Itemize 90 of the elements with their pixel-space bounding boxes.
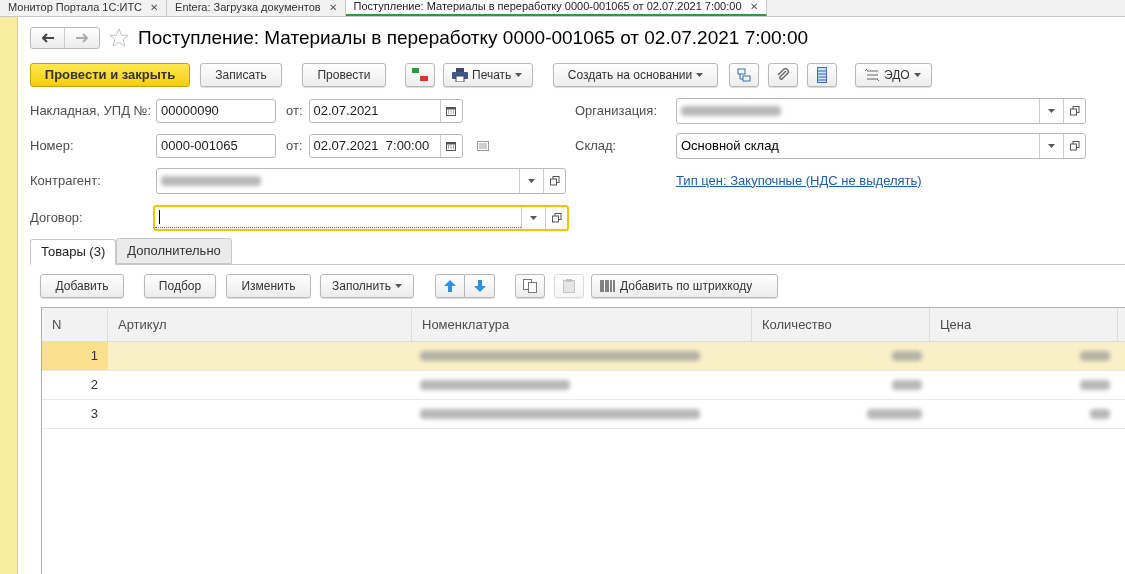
caret-icon <box>394 284 402 288</box>
field-label: Склад: <box>575 136 618 155</box>
column-header[interactable]: Количество <box>752 308 930 341</box>
caret-icon <box>528 178 535 183</box>
close-button[interactable]: ✕ <box>749 0 758 13</box>
close-button[interactable]: ✕ <box>328 1 337 14</box>
write-button[interactable]: Записать <box>200 63 282 87</box>
copy-button[interactable] <box>515 274 545 298</box>
up-arrow-icon <box>444 280 456 292</box>
row-number-cell-text: 3 <box>89 405 99 424</box>
pick-button[interactable]: Подбор <box>144 274 216 298</box>
input-field[interactable]: 00000090 <box>156 98 276 123</box>
document-title: Поступление: Материалы в переработку 0000-001065 от 02.07.2021 7:00:00 <box>138 25 809 50</box>
row-number-cell-text: 2 <box>89 376 99 395</box>
open-icon <box>551 213 562 223</box>
attachment-button[interactable] <box>768 63 798 87</box>
post-button[interactable]: Провести <box>302 63 386 87</box>
print-button[interactable]: Печать <box>443 63 533 87</box>
redacted-text <box>867 409 922 419</box>
select-field[interactable]: Основной склад <box>676 132 1086 159</box>
select-field[interactable] <box>676 97 1086 124</box>
field-label: Номер: <box>30 136 75 155</box>
copy-icon <box>523 279 537 293</box>
field-label: от: <box>286 136 303 155</box>
clipboard-icon <box>563 279 575 293</box>
caret-icon <box>913 73 921 77</box>
tab-label: Монитор Портала 1С:ИТС <box>8 1 143 14</box>
price-type-link[interactable]: Тип цен: Закупочные (НДС не выделять) <box>676 170 922 191</box>
add-button[interactable]: Добавить <box>40 274 124 298</box>
field-label: от: <box>286 101 303 120</box>
create-based-on-button[interactable]: Создать на основании <box>553 63 718 87</box>
debit-credit-icon <box>411 67 429 83</box>
date-field[interactable]: 02.07.2021 7:00:00 <box>308 133 463 158</box>
redacted-text <box>892 380 922 390</box>
caret-icon <box>530 216 537 220</box>
add-by-barcode-button[interactable]: Добавить по штрихкоду <box>591 274 778 298</box>
focused-select-field[interactable] <box>153 205 569 231</box>
calendar-icon <box>446 105 456 116</box>
printer-icon <box>452 68 468 82</box>
table-row[interactable]: 1 <box>42 342 1125 371</box>
input-field[interactable]: 0000-001065 <box>156 133 276 158</box>
field-label: Накладная, УПД №: <box>30 101 153 120</box>
paperclip-icon <box>776 68 790 82</box>
list-icon <box>817 67 827 83</box>
close-button[interactable]: ✕ <box>150 1 159 14</box>
column-header[interactable]: N <box>42 308 108 341</box>
tab-label: Поступление: Материалы в переработку 0000-001065 от 02.07.2021 7:00:00 <box>353 0 742 13</box>
field-label: Контрагент: <box>30 171 102 190</box>
column-header[interactable]: Номенклатура <box>412 308 752 341</box>
caret-icon <box>696 73 704 77</box>
window-tab[interactable]: Поступление: Материалы в переработку 0000-001065 от 02.07.2021 7:00:00 ✕ <box>345 0 767 16</box>
edo-button[interactable]: ЭДО <box>855 63 932 87</box>
tab-label: Entera: Загрузка документов <box>175 1 321 14</box>
debit-credit-button[interactable] <box>405 63 435 87</box>
move-down-button[interactable] <box>465 274 495 298</box>
move-up-button[interactable] <box>435 274 465 298</box>
barcode-icon <box>600 279 616 293</box>
calendar-icon <box>446 140 456 151</box>
exchange-icon <box>864 69 880 81</box>
caret-icon <box>515 73 523 77</box>
text-cursor <box>159 209 160 224</box>
edit-button[interactable]: Изменить <box>226 274 311 298</box>
open-icon <box>1069 105 1080 116</box>
comment-icon[interactable] <box>476 140 489 151</box>
structure-button[interactable] <box>729 63 759 87</box>
structure-icon <box>737 68 751 82</box>
redacted-text <box>1080 380 1110 390</box>
tab[interactable]: Товары (3) <box>30 239 117 265</box>
down-arrow-icon <box>473 280 486 292</box>
fill-button[interactable]: Заполнить <box>320 274 414 298</box>
redacted-text <box>1090 409 1110 419</box>
caret-icon <box>1048 108 1055 113</box>
redacted-text <box>892 351 922 361</box>
column-header[interactable]: Цена <box>930 308 1118 341</box>
list-button[interactable] <box>807 63 837 87</box>
row-number-cell: 1 <box>42 342 108 370</box>
open-icon <box>549 175 560 186</box>
left-arrow-icon <box>41 33 54 43</box>
tab[interactable]: Дополнительно <box>116 238 232 264</box>
column-header[interactable]: Артикул <box>108 308 412 341</box>
open-icon <box>1069 140 1080 151</box>
field-label: Организация: <box>575 101 659 120</box>
right-arrow-icon <box>75 33 89 43</box>
field-label: Договор: <box>30 209 84 228</box>
star-icon[interactable] <box>108 27 130 49</box>
caret-icon <box>1048 143 1055 148</box>
post-and-close-button[interactable]: Провести и закрыть <box>30 63 190 87</box>
date-field[interactable]: 02.07.2021 <box>308 98 463 123</box>
redacted-text <box>1080 351 1110 361</box>
select-field[interactable] <box>156 167 566 194</box>
